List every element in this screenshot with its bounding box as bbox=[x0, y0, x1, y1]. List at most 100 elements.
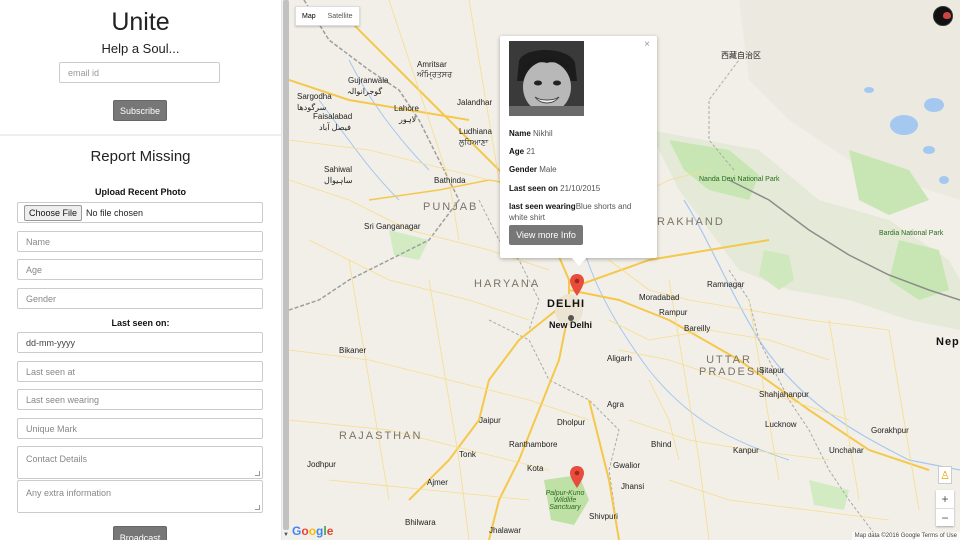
map-label-ajmer: Ajmer bbox=[427, 478, 448, 487]
name-field[interactable]: Name bbox=[17, 231, 263, 252]
pegman-icon[interactable]: ♙ bbox=[938, 466, 952, 484]
info-name-value: Nikhil bbox=[533, 129, 553, 138]
map-type-map-button[interactable]: Map bbox=[296, 7, 322, 25]
zoom-control: + − bbox=[936, 490, 954, 526]
map-label-gorakhpur: Gorakhpur bbox=[871, 426, 909, 435]
date-field[interactable]: dd-mm-yyyy bbox=[17, 332, 263, 353]
map-label-bareilly: Bareilly bbox=[684, 324, 711, 333]
map-label-nanda-devi: Nanda Devi National Park bbox=[699, 176, 780, 183]
info-gender-value: Male bbox=[539, 165, 557, 174]
email-field[interactable]: email id bbox=[59, 62, 220, 83]
map-type-satellite-button[interactable]: Satellite bbox=[322, 7, 359, 25]
map-label-dholpur: Dholpur bbox=[557, 418, 586, 427]
resize-grip-icon[interactable] bbox=[255, 471, 260, 476]
info-name-label: Name bbox=[509, 129, 531, 138]
map-label-faisalabad-ur: فیصل آباد bbox=[319, 123, 351, 132]
map-label-punjab: PUNJAB bbox=[423, 201, 479, 213]
map-label-moradabad: Moradabad bbox=[639, 293, 680, 302]
map-label-shivpuri: Shivpuri bbox=[589, 512, 618, 521]
map-label-jhansi: Jhansi bbox=[621, 482, 645, 491]
email-placeholder: email id bbox=[68, 67, 100, 78]
info-gender-row: Gender Male bbox=[509, 164, 644, 175]
age-field[interactable]: Age bbox=[17, 259, 263, 280]
info-age-value: 21 bbox=[526, 147, 536, 156]
gender-placeholder: Gender bbox=[26, 293, 57, 304]
map-label-gujranwala: Gujranwala bbox=[348, 76, 389, 85]
map-label-kanpur: Kanpur bbox=[733, 446, 759, 455]
last-seen-at-placeholder: Last seen at bbox=[26, 366, 76, 377]
map-label-bhilwara: Bhilwara bbox=[405, 518, 436, 527]
subscribe-button[interactable]: Subscribe bbox=[113, 100, 167, 121]
extra-info-field[interactable]: Any extra information bbox=[17, 480, 263, 513]
map-label-bathinda: Bathinda bbox=[434, 176, 466, 185]
map-label-ludhiana-pa: ਲੁਧਿਆਣਾ bbox=[459, 138, 489, 147]
map-label-amritsar-pa: ਅੰਮ੍ਰਿਤਸਰ bbox=[417, 70, 453, 79]
info-age-label: Age bbox=[509, 147, 525, 156]
info-age-row: Age 21 bbox=[509, 146, 644, 157]
last-seen-wearing-placeholder: Last seen wearing bbox=[26, 394, 100, 405]
google-logo[interactable]: Google bbox=[292, 524, 333, 538]
user-avatar[interactable] bbox=[933, 6, 953, 26]
extra-placeholder: Any extra information bbox=[26, 488, 112, 498]
choose-file-button[interactable]: Choose File bbox=[24, 204, 83, 221]
map-label-nepal: Nep bbox=[936, 336, 960, 348]
info-seen-label: Last seen on bbox=[509, 184, 558, 193]
sidebar: Unite Help a Soul... email id Subscribe … bbox=[0, 0, 281, 540]
map-label-rampur: Rampur bbox=[659, 308, 688, 317]
contact-details-field[interactable]: Contact Details bbox=[17, 446, 263, 479]
sidebar-scrollbar[interactable]: ▼ bbox=[281, 0, 289, 540]
close-icon[interactable]: × bbox=[644, 39, 650, 50]
google-logo-text: Google bbox=[292, 524, 334, 538]
map-label-bardia: Bardia National Park bbox=[879, 230, 944, 237]
view-more-info-button[interactable]: View more Info bbox=[509, 225, 583, 245]
map-marker-delhi[interactable] bbox=[570, 274, 584, 296]
map-label-gwalior: Gwalior bbox=[613, 461, 641, 470]
contact-placeholder: Contact Details bbox=[26, 454, 88, 464]
map-label-haryana: HARYANA bbox=[474, 278, 541, 290]
gender-field[interactable]: Gender bbox=[17, 288, 263, 309]
map-view[interactable]: Gujranwala گوجرانوالہ Sargodha سرگودھا L… bbox=[289, 0, 960, 540]
map-label-ludhiana: Ludhiana bbox=[459, 127, 492, 136]
map-label-unchahar: Unchahar bbox=[829, 446, 864, 455]
map-label-ranthambore: Ranthambore bbox=[509, 440, 558, 449]
last-seen-at-field[interactable]: Last seen at bbox=[17, 361, 263, 382]
unique-mark-field[interactable]: Unique Mark bbox=[17, 418, 263, 439]
age-placeholder: Age bbox=[26, 264, 43, 275]
info-window: × Name Nikhil Age 21 Gender Male Last se… bbox=[500, 36, 657, 258]
map-label-shahjahanpur: Shahjahanpur bbox=[759, 390, 809, 399]
upload-photo-label: Upload Recent Photo bbox=[94, 187, 186, 197]
map-label-kota: Kota bbox=[527, 464, 544, 473]
missing-person-photo bbox=[509, 41, 584, 116]
app-title: Unite bbox=[111, 8, 170, 36]
broadcast-button[interactable]: Broadcast bbox=[113, 526, 167, 540]
map-label-sahiwal-ur: ساہیوال bbox=[324, 176, 353, 185]
map-label-bikaner: Bikaner bbox=[339, 346, 367, 355]
info-window-pointer bbox=[571, 257, 587, 266]
resize-grip-icon[interactable] bbox=[255, 505, 260, 510]
last-seen-on-label: Last seen on: bbox=[111, 318, 170, 328]
map-marker-gwalior[interactable] bbox=[570, 466, 584, 488]
photo-file-input: Choose File No file chosen bbox=[17, 202, 263, 223]
zoom-out-button[interactable]: − bbox=[936, 509, 954, 527]
map-label-ramnagar: Ramnagar bbox=[707, 280, 745, 289]
map-label-gujranwala-ur: گوجرانوالہ bbox=[347, 87, 383, 96]
map-label-tonk: Tonk bbox=[459, 450, 476, 459]
app-tagline: Help a Soul... bbox=[101, 41, 180, 56]
map-label-kuno: Palpur-Kuno Wildlife Sanctuary bbox=[545, 490, 585, 511]
map-label-sargodha-ur: سرگودھا bbox=[297, 103, 327, 112]
map-label-agra: Agra bbox=[607, 400, 624, 409]
map-attribution[interactable]: Map data ©2016 Google Terms of Use bbox=[851, 532, 960, 540]
zoom-in-button[interactable]: + bbox=[936, 490, 954, 508]
child-portrait-icon bbox=[509, 41, 584, 116]
unique-mark-placeholder: Unique Mark bbox=[26, 423, 78, 434]
map-label-lahore-ur: لاہور bbox=[399, 115, 417, 124]
map-label-uttarakhand: RAKHAND bbox=[657, 216, 725, 228]
divider bbox=[0, 134, 281, 136]
map-label-jalandhar: Jalandhar bbox=[457, 98, 493, 107]
map-label-tibet: 西藏自治区 bbox=[721, 51, 761, 60]
app-window: Unite Help a Soul... email id Subscribe … bbox=[0, 0, 960, 540]
map-label-faisalabad: Faisalabad bbox=[313, 112, 353, 121]
map-label-lucknow: Lucknow bbox=[765, 420, 797, 429]
last-seen-wearing-field[interactable]: Last seen wearing bbox=[17, 389, 263, 410]
park-area bbox=[809, 480, 849, 510]
